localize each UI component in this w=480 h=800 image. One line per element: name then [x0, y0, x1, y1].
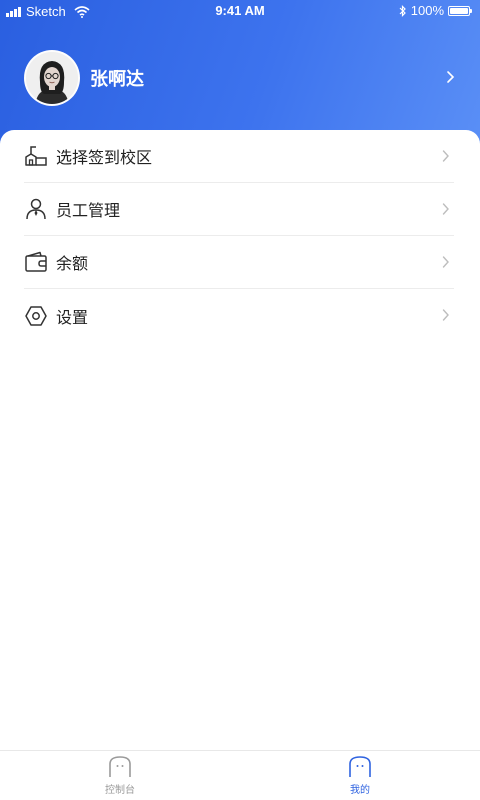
menu-item-label: 选择签到校区	[56, 148, 153, 167]
menu-item-campus[interactable]: 选择签到校区	[24, 130, 454, 183]
user-name: 张啊达	[90, 69, 144, 90]
wallet-icon	[25, 251, 47, 272]
console-icon	[109, 756, 131, 777]
status-bar: Sketch 9:41 AM 100%	[0, 0, 480, 22]
mine-icon	[349, 756, 371, 777]
avatar-image	[26, 52, 78, 104]
menu-item-balance[interactable]: 余额	[24, 236, 454, 289]
school-icon	[25, 146, 47, 166]
employee-icon	[26, 198, 46, 220]
chevron-right-icon	[442, 256, 449, 268]
tab-label: 我的	[350, 785, 370, 796]
chevron-right-icon	[442, 309, 449, 321]
profile-header: Sketch 9:41 AM 100% 张啊达	[0, 0, 480, 150]
chevron-right-icon[interactable]	[446, 69, 456, 85]
menu-card: 选择签到校区 员工管理 余额 设置	[0, 130, 480, 750]
tab-mine[interactable]: 我的	[300, 755, 420, 796]
chevron-right-icon	[442, 150, 449, 162]
chevron-right-icon	[442, 203, 449, 215]
profile-row[interactable]: 张啊达	[24, 50, 456, 106]
menu-item-label: 员工管理	[56, 201, 121, 220]
tab-bar: 控制台 我的	[0, 750, 480, 800]
tab-console[interactable]: 控制台	[60, 755, 180, 796]
battery-icon	[448, 5, 472, 16]
avatar[interactable]	[24, 50, 80, 106]
menu-item-label: 余额	[56, 254, 89, 273]
tab-label: 控制台	[105, 785, 135, 796]
battery-percent: 100%	[410, 3, 444, 18]
bluetooth-icon	[399, 4, 406, 17]
settings-icon	[25, 305, 47, 326]
menu-item-label: 设置	[56, 307, 89, 327]
menu-item-employee[interactable]: 员工管理	[24, 183, 454, 236]
menu-list: 选择签到校区 员工管理 余额 设置	[24, 130, 454, 342]
menu-item-settings[interactable]: 设置	[24, 289, 454, 342]
